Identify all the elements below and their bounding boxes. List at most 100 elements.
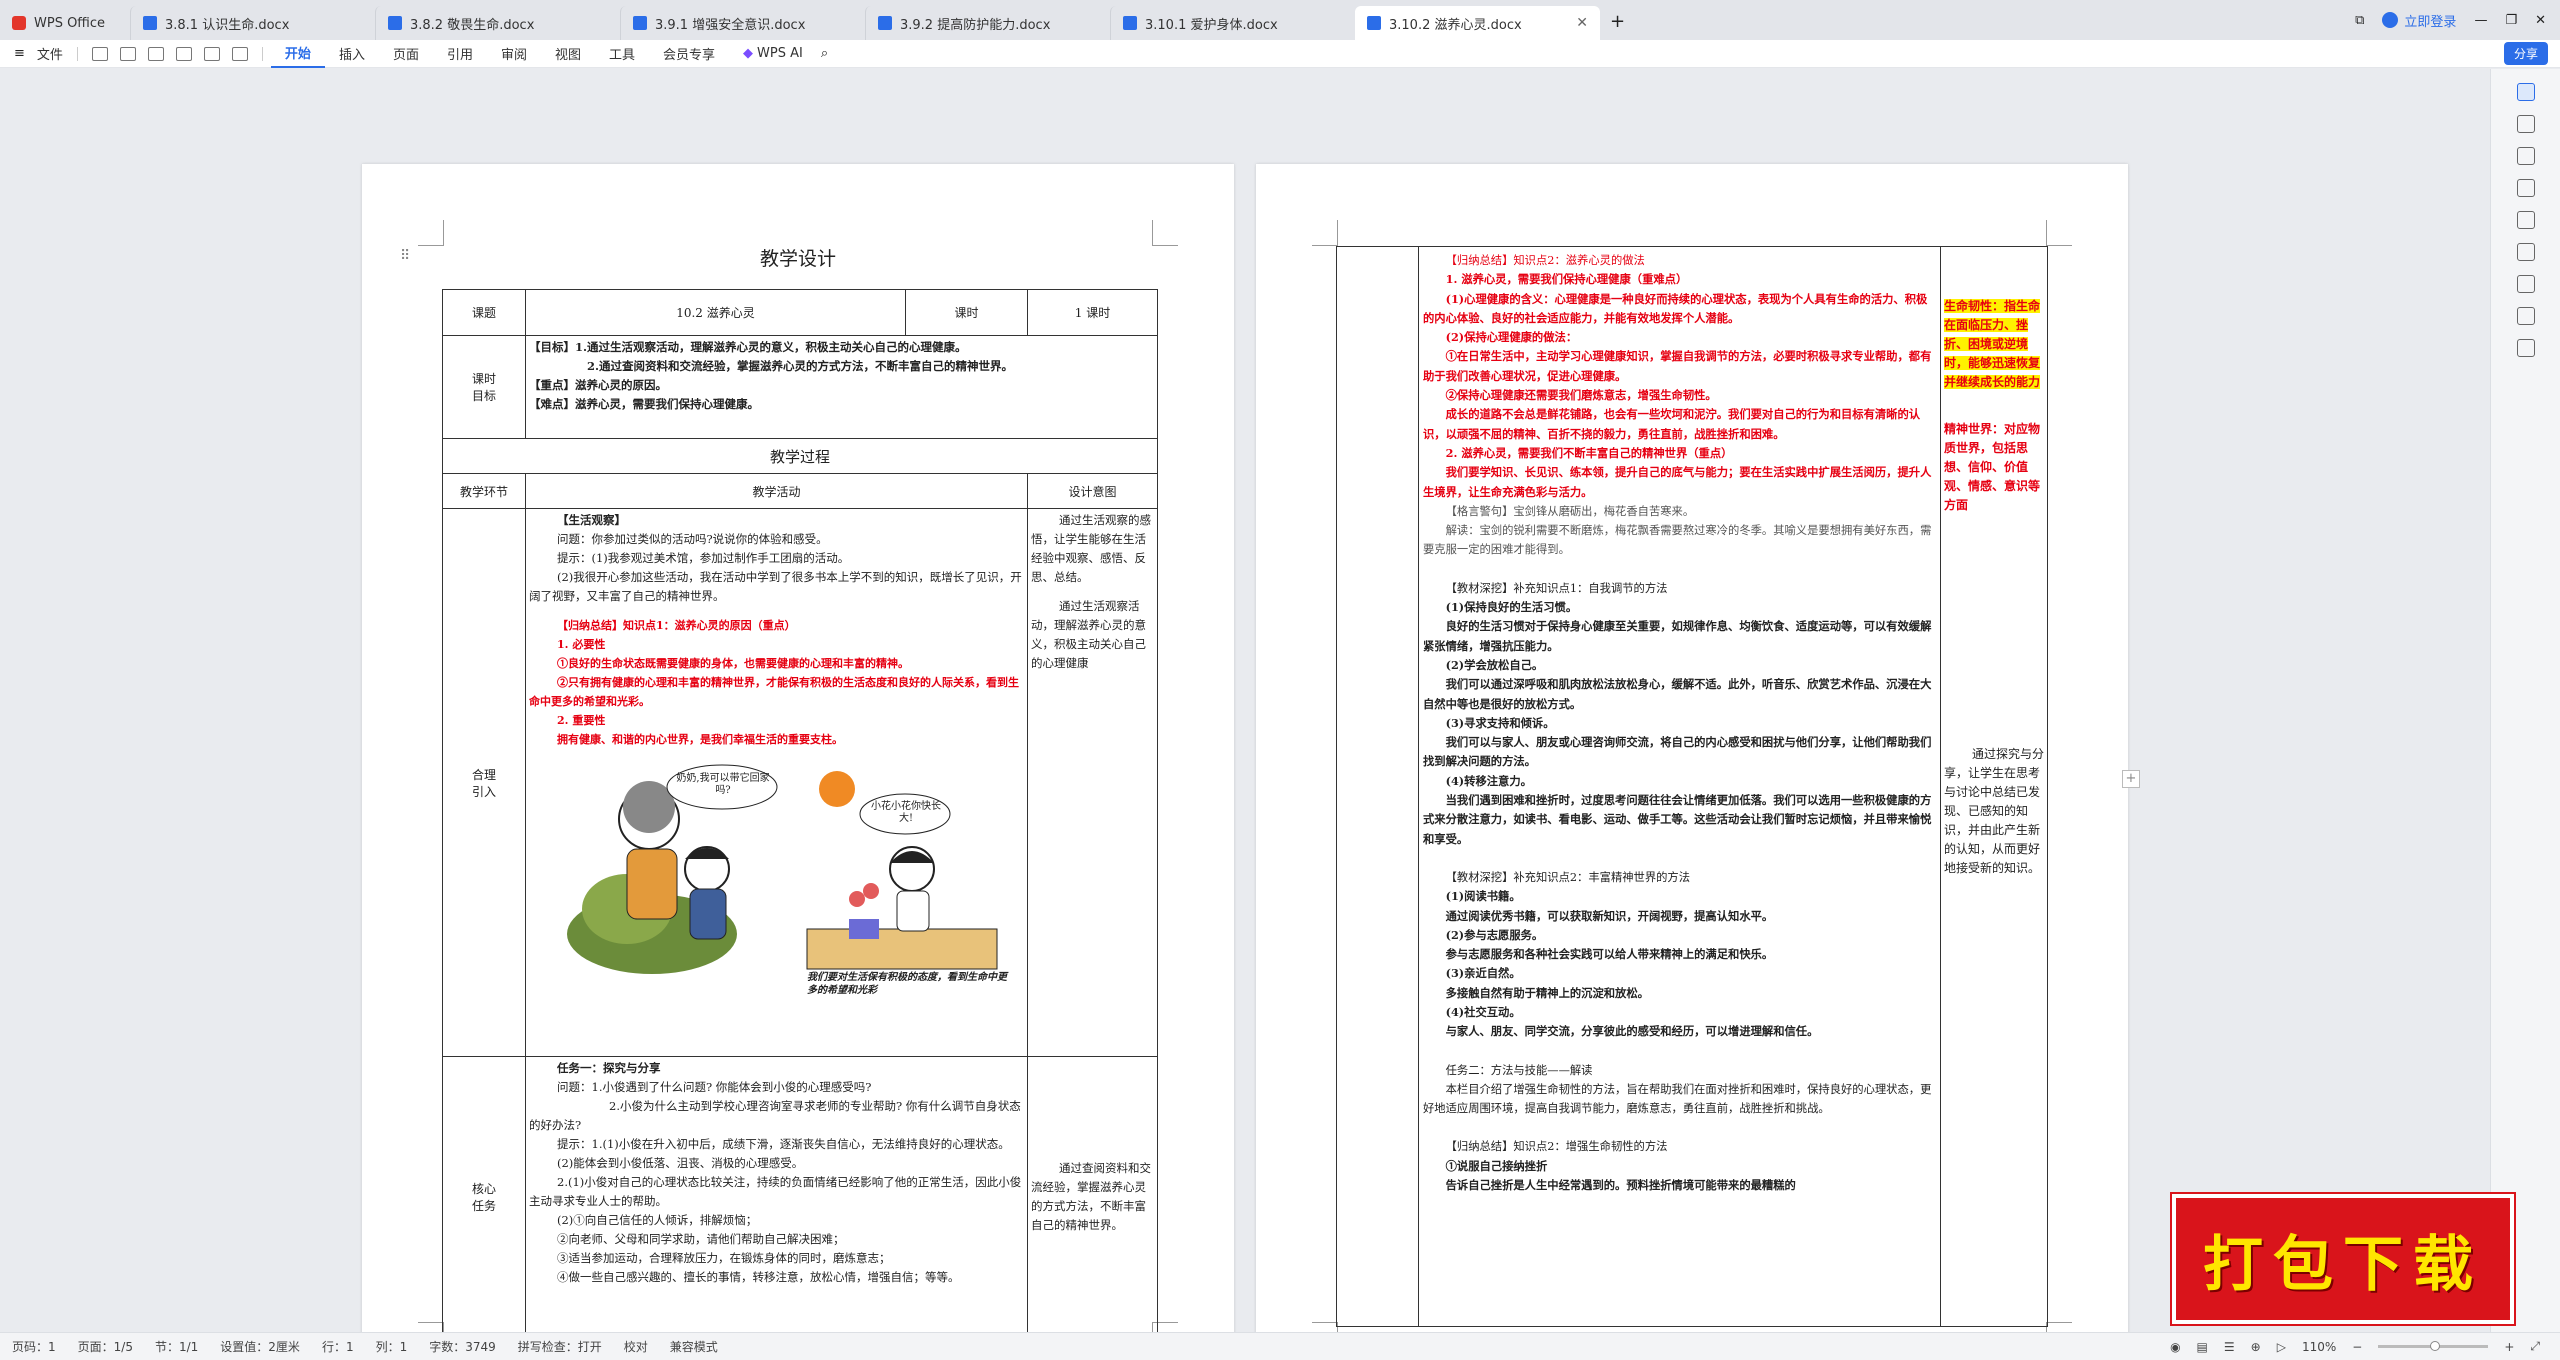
page2-line xyxy=(1423,560,1937,579)
page-2[interactable]: 【归纳总结】知识点2：滋养心灵的做法 1. 滋养心灵，需要我们保持心理健康（重难点… xyxy=(1256,164,2140,1332)
status-proof[interactable]: 校对 xyxy=(624,1338,648,1355)
title-tab-bar: WPS Office 3.8.1 认识生命.docx 3.8.2 敬畏生命.do… xyxy=(0,0,2560,40)
web-view-icon[interactable]: ⊕ xyxy=(2251,1340,2261,1354)
summary-p1b: ②只有拥有健康的心理和丰富的精神世界，才能保有积极的生活态度和良好的人际关系，看… xyxy=(529,676,1019,708)
help-icon[interactable] xyxy=(2516,307,2535,325)
cell-hours-key: 课时 xyxy=(905,289,1028,336)
lesson-plan-table-continued: 【归纳总结】知识点2：滋养心灵的做法 1. 滋养心灵，需要我们保持心理健康（重难点… xyxy=(1336,246,2048,1327)
status-pages[interactable]: 页面：1/5 xyxy=(78,1338,133,1355)
tab-doc-3-9-2[interactable]: 3.9.2 提高防护能力.docx xyxy=(865,6,1110,40)
status-row: 行：1 xyxy=(321,1340,354,1354)
menu-home[interactable]: 开始 xyxy=(270,40,325,68)
share-button[interactable]: 分享 xyxy=(2503,42,2548,65)
download-banner[interactable]: 打包下载 xyxy=(2172,1194,2514,1324)
zoom-out-icon[interactable]: − xyxy=(2352,1340,2362,1354)
text-format-icon[interactable] xyxy=(2516,179,2535,197)
menu-references[interactable]: 引用 xyxy=(433,40,487,68)
observe-tip1: 提示：(1)我参观过美术馆，参加过制作手工团扇的活动。 xyxy=(557,551,850,565)
side-note-resilience-text: 生命韧性：指生命在面临压力、挫折、困境或逆境时，能够迅速恢复并继续成长的能力 xyxy=(1944,299,2041,389)
save-icon[interactable] xyxy=(91,46,108,61)
page2-line: 当我们遇到困难和挫折时，过度思考问题往往会让情绪更加低落。我们可以选用一些积极健… xyxy=(1423,793,1932,846)
search-icon[interactable]: ⌕ xyxy=(821,46,828,61)
tab-doc-3-10-2[interactable]: 3.10.2 滋养心灵.docx ✕ xyxy=(1355,6,1600,40)
page2-line: 1. 滋养心灵，需要我们保持心理健康（重难点） xyxy=(1445,272,1688,287)
restore-icon[interactable]: ❐ xyxy=(2505,13,2517,28)
tab-doc-3-10-1[interactable]: 3.10.1 爱护身体.docx xyxy=(1110,6,1355,40)
menu-insert[interactable]: 插入 xyxy=(325,40,379,68)
goal-line: 【重点】滋养心灵的原因。 xyxy=(529,378,667,392)
menu-wps-ai[interactable]: ◆ WPS AI xyxy=(729,40,817,68)
page2-line: ②保持心理健康还需要我们磨炼意志，增强生命韧性。 xyxy=(1445,388,1717,403)
export-pdf-icon[interactable] xyxy=(119,46,136,61)
word-doc-icon xyxy=(1123,16,1137,30)
menu-view[interactable]: 视图 xyxy=(541,40,595,68)
undo-icon[interactable] xyxy=(203,46,220,61)
page-1[interactable]: ⠿ 教学设计 课题 10.2 滋养心灵 课时 1 课时 课时 目标 【目标】1.… xyxy=(362,164,1234,1332)
more-icon[interactable] xyxy=(2516,339,2535,357)
menu-file[interactable]: 文件 xyxy=(31,40,69,68)
style-icon[interactable] xyxy=(2516,243,2535,261)
tab-doc-3-8-1[interactable]: 3.8.1 认识生命.docx xyxy=(130,6,375,40)
add-column-icon[interactable]: + xyxy=(2122,770,2140,788)
page2-line: 我们可以与家人、朋友或心理咨询师交流，将自己的内心感受和困扰与他们分享，让他们帮… xyxy=(1423,735,1932,769)
status-compat[interactable]: 兼容模式 xyxy=(670,1338,718,1355)
activity-intro: 【生活观察】 问题：你参加过类似的活动吗?说说你的体验和感受。 提示：(1)我参… xyxy=(525,508,1028,1057)
zoom-in-icon[interactable]: + xyxy=(2504,1340,2514,1354)
word-doc-icon xyxy=(1367,16,1381,30)
page-view-icon[interactable]: ▤ xyxy=(2197,1340,2208,1354)
status-words[interactable]: 字数：3749 xyxy=(429,1338,496,1355)
menu-review[interactable]: 审阅 xyxy=(487,40,541,68)
close-window-icon[interactable]: ✕ xyxy=(2535,13,2546,28)
status-section[interactable]: 节：1/1 xyxy=(155,1338,198,1355)
status-page-no[interactable]: 页码：1 xyxy=(12,1338,56,1355)
print-icon[interactable] xyxy=(147,46,164,61)
summary-p1: 1. 必要性 xyxy=(557,638,606,651)
tab-doc-3-9-1[interactable]: 3.9.1 增强安全意识.docx xyxy=(620,6,865,40)
print-preview-icon[interactable] xyxy=(175,46,192,61)
task1-title: 任务一：探究与分享 xyxy=(557,1061,661,1075)
zoom-slider[interactable] xyxy=(2378,1341,2489,1351)
menu-page[interactable]: 页面 xyxy=(379,40,433,68)
avatar xyxy=(2382,12,2399,28)
summary-p1a: ①良好的生命状态既需要健康的身体，也需要健康的心理和丰富的精神。 xyxy=(557,657,909,670)
divider xyxy=(261,46,263,61)
status-spell[interactable]: 拼写检查：打开 xyxy=(518,1338,602,1355)
tab-label: 3.9.1 增强安全意识.docx xyxy=(655,17,806,33)
status-setting[interactable]: 设置值：2厘米 xyxy=(220,1338,300,1355)
wps-logo-icon xyxy=(12,16,26,30)
play-icon[interactable]: ▷ xyxy=(2277,1340,2286,1354)
page2-line: 通过阅读优秀书籍，可以获取新知识，开阔视野，提高认知水平。 xyxy=(1445,908,1774,923)
location-icon[interactable] xyxy=(2516,83,2535,101)
goal-line: 2.通过查阅资料和交流经验，掌握滋养心灵的方式方法，不断丰富自己的精神世界。 xyxy=(587,359,1014,373)
page2-line: 与家人、朋友、同学交流，分享彼此的感受和经历，可以增进理解和信任。 xyxy=(1445,1024,1819,1039)
eye-protect-icon[interactable]: ◉ xyxy=(2170,1340,2180,1354)
goal-line: 【难点】滋养心灵，需要我们保持心理健康。 xyxy=(529,397,759,411)
menu-tools[interactable]: 工具 xyxy=(595,40,649,68)
stage-core: 核心 任务 xyxy=(442,1056,526,1332)
window-layout-icon[interactable]: ⧉ xyxy=(2355,13,2364,28)
fullscreen-icon[interactable]: ⤢ xyxy=(2530,1339,2540,1354)
close-icon[interactable]: ✕ xyxy=(1576,15,1588,31)
stage-column xyxy=(1337,247,1419,1326)
tab-doc-3-8-2[interactable]: 3.8.2 敬畏生命.docx xyxy=(375,6,620,40)
tab-wps-home[interactable]: WPS Office xyxy=(0,6,130,40)
settings-sliders-icon[interactable] xyxy=(2516,211,2535,229)
new-tab-icon[interactable]: + xyxy=(1600,11,1625,40)
tab-label: 3.9.2 提高防护能力.docx xyxy=(900,17,1051,33)
menu-member[interactable]: 会员专享 xyxy=(649,40,729,68)
tab-label: 3.8.2 敬畏生命.docx xyxy=(410,17,535,33)
outline-view-icon[interactable]: ☰ xyxy=(2224,1340,2235,1354)
hamburger-icon[interactable]: ≡ xyxy=(14,46,25,61)
document-canvas[interactable]: ⠿ 教学设计 课题 10.2 滋养心灵 课时 1 课时 课时 目标 【目标】1.… xyxy=(0,69,2490,1332)
page2-line: (1)心理健康的含义：心理健康是一种良好而持续的心理状态，表现为个人具有生命的活… xyxy=(1423,291,1928,325)
tools-icon[interactable] xyxy=(2516,275,2535,293)
login-button[interactable]: 立即登录 xyxy=(2382,11,2456,30)
zoom-value[interactable]: 110% xyxy=(2302,1340,2336,1354)
edit-pen-icon[interactable] xyxy=(2516,115,2535,133)
zoom-slider-handle[interactable] xyxy=(2430,1341,2441,1351)
select-cursor-icon[interactable] xyxy=(2516,147,2535,165)
redo-icon[interactable] xyxy=(231,46,248,61)
minimize-icon[interactable]: — xyxy=(2474,13,2487,28)
intent-core: 通过查阅资料和交流经验，掌握滋养心灵的方式方法，不断丰富自己的精神世界。 xyxy=(1027,1056,1158,1332)
lesson-plan-table: 课题 10.2 滋养心灵 课时 1 课时 课时 目标 【目标】1.通过生活观察活… xyxy=(442,289,1158,1332)
